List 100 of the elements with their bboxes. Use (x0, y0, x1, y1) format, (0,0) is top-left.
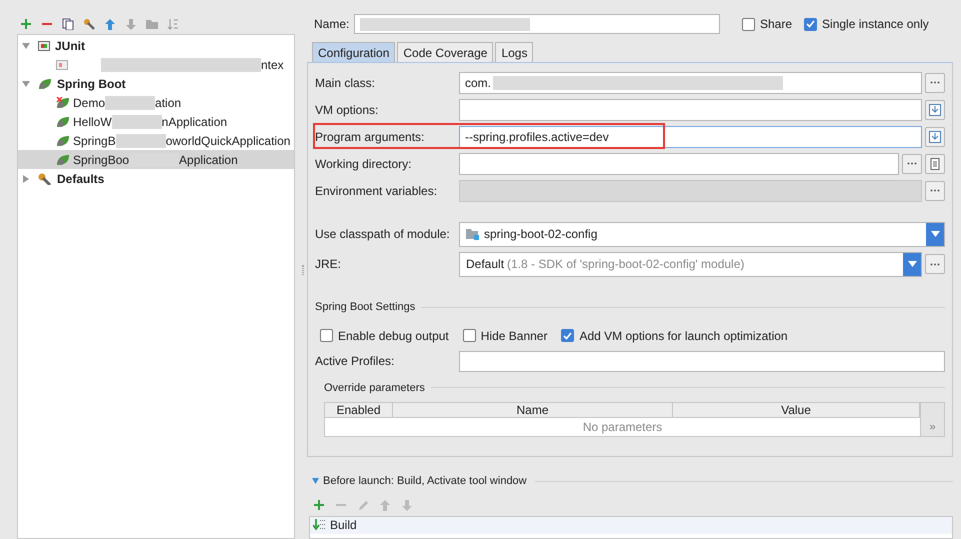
checkbox-label: Add VM options for launch optimization (579, 328, 788, 344)
field-label: JRE: (315, 256, 342, 273)
task-item[interactable]: Build (310, 516, 952, 534)
tree-item-label: ation (155, 94, 182, 112)
dropdown[interactable]: Default (1.8 - SDK of 'spring-boot-02-config' module) (459, 252, 922, 276)
dropdown-arrow-button[interactable] (903, 252, 921, 276)
sort-icon[interactable] (167, 18, 179, 30)
dropdown-arrow-icon (908, 261, 916, 267)
browse-button[interactable] (925, 254, 945, 274)
active-profiles-field[interactable] (459, 350, 945, 372)
ellipsis-icon (930, 189, 940, 192)
dropdown-arrow-icon (930, 231, 940, 237)
tree-item-label: Demo (73, 94, 106, 112)
field-value: com. (465, 74, 492, 92)
section-title: Spring Boot Settings (315, 300, 416, 315)
task-label: Build (330, 517, 357, 534)
checkmark-icon (563, 332, 572, 340)
add-icon[interactable] (20, 18, 32, 30)
field-label: Main class: (315, 74, 376, 92)
field-label: Active Profiles: (315, 353, 396, 370)
expand-field-icon (929, 130, 941, 142)
name-field[interactable] (354, 14, 720, 34)
browse-button[interactable] (925, 72, 945, 92)
add-icon[interactable] (313, 498, 325, 510)
text-field[interactable]: --spring.profiles.active=dev (459, 126, 922, 148)
browse-button[interactable] (902, 154, 922, 174)
tree-item[interactable]: SpringB oworldQuickApplication (18, 131, 294, 150)
arrow-down-icon[interactable] (125, 18, 137, 30)
wrench-icon[interactable] (83, 18, 95, 30)
checkmark-icon (806, 20, 816, 28)
blurred-region (105, 96, 156, 110)
checkbox[interactable] (804, 18, 818, 30)
tree-item-label: HelloW (73, 114, 112, 130)
ellipsis-icon (930, 262, 940, 266)
tree-item-label: SpringBoo (73, 152, 130, 168)
checkbox-label: Hide Banner (480, 328, 548, 344)
more-button[interactable]: » (921, 402, 945, 437)
ellipsis-icon (907, 162, 917, 165)
folder-icon[interactable] (146, 18, 158, 30)
blurred-region (116, 134, 166, 148)
dropdown-value: Default (466, 256, 504, 273)
checkbox[interactable] (320, 329, 333, 342)
empty-table-message: No parameters (582, 419, 664, 436)
dropdown-arrow-button[interactable] (926, 222, 944, 246)
tree-item[interactable]: ntex (18, 55, 294, 74)
tree-item-label: SpringB (73, 132, 116, 150)
field-label: VM options: (315, 102, 380, 118)
text-field[interactable] (459, 152, 899, 174)
spring-leaf-icon (56, 134, 70, 146)
ellipsis-icon (930, 81, 940, 84)
tree-item-label: Spring Boot (57, 76, 126, 92)
field-label: Working directory: (315, 156, 412, 172)
tab[interactable]: Logs (495, 42, 534, 62)
copy-icon[interactable] (62, 18, 74, 30)
dropdown-value: spring-boot-02-config (484, 226, 598, 243)
checkbox-label: Enable debug output (338, 328, 449, 344)
dropdown[interactable]: spring-boot-02-config (459, 222, 945, 246)
field-label: Program arguments: (315, 128, 426, 146)
document-icon (930, 158, 940, 170)
text-field[interactable]: com. (459, 72, 922, 94)
wrench-icon (38, 172, 52, 184)
tree-item[interactable]: Spring Boot (18, 74, 294, 93)
tree-item-label: ntex (261, 56, 284, 74)
field-label: Name: (314, 16, 350, 33)
tree-item[interactable]: JUnit (18, 36, 294, 55)
text-field[interactable] (459, 98, 922, 120)
column-header: Value (673, 403, 920, 417)
column-header: Name (393, 403, 673, 417)
tree-item[interactable]: HelloW nApplication (18, 112, 294, 131)
tree-item[interactable]: Defaults (18, 169, 294, 188)
field-label: Environment variables: (315, 182, 438, 200)
spring-leaf-icon (38, 78, 52, 90)
checkbox[interactable] (742, 18, 755, 30)
tree-item[interactable]: Demo ation (18, 93, 294, 112)
field-label: Use classpath of module: (315, 226, 451, 243)
build-icon (313, 519, 327, 531)
module-folder-icon (466, 228, 480, 240)
tree-item-label: Application (179, 152, 238, 168)
collapse-arrow-icon[interactable] (312, 478, 319, 484)
blurred-region (112, 114, 162, 128)
tree-item-label: Defaults (57, 170, 104, 188)
tree-item-label: nApplication (162, 114, 228, 130)
spring-leaf-error-icon (56, 96, 70, 108)
expand-field-icon (929, 104, 941, 116)
tab[interactable]: Code Coverage (397, 42, 494, 62)
tab[interactable]: Configuration (312, 42, 396, 62)
tree-item-label: JUnit (55, 38, 85, 54)
field-value: --spring.profiles.active=dev (465, 128, 609, 146)
dropdown-hint: (1.8 - SDK of 'spring-boot-02-config' module) (507, 256, 744, 273)
checkbox-label: Single instance only (822, 16, 929, 33)
checkbox[interactable] (561, 329, 574, 342)
spring-leaf-icon (56, 116, 70, 128)
checkbox[interactable] (462, 329, 476, 342)
arrow-up-icon[interactable] (104, 18, 116, 30)
junit-icon (38, 40, 50, 50)
tree-item[interactable]: SpringBoo Application (18, 150, 294, 169)
checkbox-label: Share (760, 16, 792, 33)
column-header: Enabled (325, 403, 393, 417)
section-title: Before launch: Build, Activate tool window (323, 474, 527, 489)
junit-icon (56, 60, 68, 70)
